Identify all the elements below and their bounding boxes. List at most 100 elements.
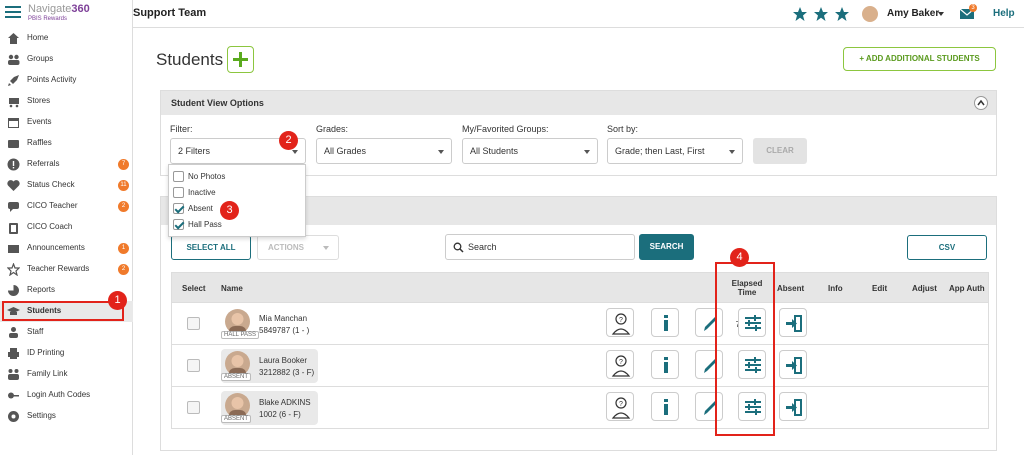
sidebar-item-cico-teacher[interactable]: CICO Teacher 2 [0,196,133,217]
col-info: Info [828,284,843,293]
sort-select[interactable]: Grade; then Last, First [607,138,743,164]
key-icon [8,392,19,399]
sidebar-item-label: Referrals [27,159,60,168]
sidebar-item-label: Teacher Rewards [27,264,90,273]
star-icon [7,263,20,276]
student-status-tag: HALL PASS [221,331,260,339]
app-auth-login-icon [786,399,802,416]
mail-badge: 3 [969,4,977,12]
collapse-chevron-up-icon[interactable] [974,96,988,110]
csv-button[interactable]: CSV [907,235,987,260]
info-button[interactable] [651,308,679,337]
sidebar-item-announcements[interactable]: Announcements 1 [0,238,133,259]
absent-button[interactable]: ? [606,350,634,379]
sidebar-item-teacher-rewards[interactable]: Teacher Rewards 2 [0,259,133,280]
sidebar-item-staff[interactable]: Staff [0,322,133,343]
row-select-checkbox[interactable] [187,317,200,330]
sidebar-item-label: Settings [27,411,56,420]
calendar-icon [8,118,19,128]
sidebar-item-label: Staff [27,327,44,336]
search-placeholder: Search [468,242,497,252]
student-card[interactable]: HALL PASS Mia Manchan 5849787 (1 - ) [221,307,318,341]
checkbox[interactable] [173,187,184,198]
add-student-button[interactable] [227,46,254,73]
checkbox[interactable] [173,171,184,182]
info-icon [664,399,668,415]
sidebar-item-referrals[interactable]: Referrals 7 [0,154,133,175]
row-select-checkbox[interactable] [187,401,200,414]
student-name: Laura Booker [259,356,308,365]
sidebar-item-home[interactable]: Home [0,28,133,49]
absent-button[interactable]: ? [606,392,634,421]
app-auth-button[interactable] [779,350,807,379]
help-link[interactable]: Help [993,8,1015,19]
col-name: Name [221,284,243,293]
count-badge: 2 [118,201,129,212]
chevron-down-icon [729,150,735,154]
hamburger-menu-icon[interactable] [5,6,21,19]
sidebar-item-label: Points Activity [27,75,77,84]
clear-button[interactable]: CLEAR [753,138,807,164]
printer-icon [8,348,19,359]
sidebar-item-label: Raffles [27,138,52,147]
sidebar-item-cico-coach[interactable]: CICO Coach [0,217,133,238]
chat-icon [8,202,19,212]
select-all-button[interactable]: SELECT ALL [171,235,251,260]
row-select-checkbox[interactable] [187,359,200,372]
absent-status-icon: ? [611,355,631,377]
svg-text:?: ? [619,359,623,366]
callout-2: 2 [279,131,298,150]
info-button[interactable] [651,350,679,379]
student-card[interactable]: ABSENT Blake ADKINS 1002 (6 - F) [221,391,318,425]
table-header: Select Name Elapsed Time Absent Info Edit… [171,272,989,303]
student-name: Mia Manchan [259,314,308,323]
sidebar-item-id-printing[interactable]: ID Printing [0,343,133,364]
grades-select[interactable]: All Grades [316,138,452,164]
checkbox-checked[interactable] [173,203,184,214]
absent-status-icon: ? [611,313,631,335]
sidebar-item-label: CICO Coach [27,222,73,231]
home-icon [8,33,19,44]
app-auth-button[interactable] [779,392,807,421]
count-badge: 1 [118,243,129,254]
info-button[interactable] [651,392,679,421]
sidebar-item-points-activity[interactable]: Points Activity [0,70,133,91]
sidebar-item-events[interactable]: Events [0,112,133,133]
top-bar: Support Team Amy Baker 3 Help [133,0,1024,28]
sidebar-item-label: Family Link [27,369,68,378]
highlight-elapsed-column [715,262,775,436]
sort-label: Sort by: [607,124,639,134]
absent-button[interactable]: ? [606,308,634,337]
user-name[interactable]: Amy Baker [887,8,939,19]
sidebar-item-raffles[interactable]: Raffles [0,133,133,154]
user-menu-chevron-icon[interactable] [938,12,944,16]
user-avatar[interactable] [862,6,878,22]
sidebar-item-label: Announcements [27,243,85,252]
page-title: Students [156,50,224,69]
star-rating-icons [793,7,849,21]
student-card[interactable]: ABSENT Laura Booker 3212882 (3 - F) [221,349,318,383]
search-button[interactable]: SEARCH [639,234,694,260]
sidebar-item-stores[interactable]: Stores [0,91,133,112]
actions-button[interactable]: ACTIONS [257,235,339,260]
add-additional-students-button[interactable]: + ADD ADDITIONAL STUDENTS [843,47,996,71]
brand-sub: PBIS Rewards [28,16,68,22]
sidebar-item-status-check[interactable]: Status Check 11 [0,175,133,196]
info-icon [664,315,668,331]
app-auth-login-icon [786,357,802,374]
sidebar-item-groups[interactable]: Groups [0,49,133,70]
sidebar-item-login-auth-codes[interactable]: Login Auth Codes [0,385,133,406]
checkbox-checked[interactable] [173,219,184,230]
student-id: 3212882 (3 - F) [259,368,315,377]
count-badge: 2 [118,264,129,275]
sidebar-item-family-link[interactable]: Family Link [0,364,133,385]
groups-label: My/Favorited Groups: [462,124,549,134]
groups-select[interactable]: All Students [462,138,598,164]
sidebar-item-label: Stores [27,96,51,105]
sidebar-item-settings[interactable]: Settings [0,406,133,427]
sidebar-item-label: Home [27,33,49,42]
heart-icon [7,180,20,191]
app-auth-button[interactable] [779,308,807,337]
clipboard-icon [9,223,18,234]
search-input[interactable]: Search [445,234,635,260]
